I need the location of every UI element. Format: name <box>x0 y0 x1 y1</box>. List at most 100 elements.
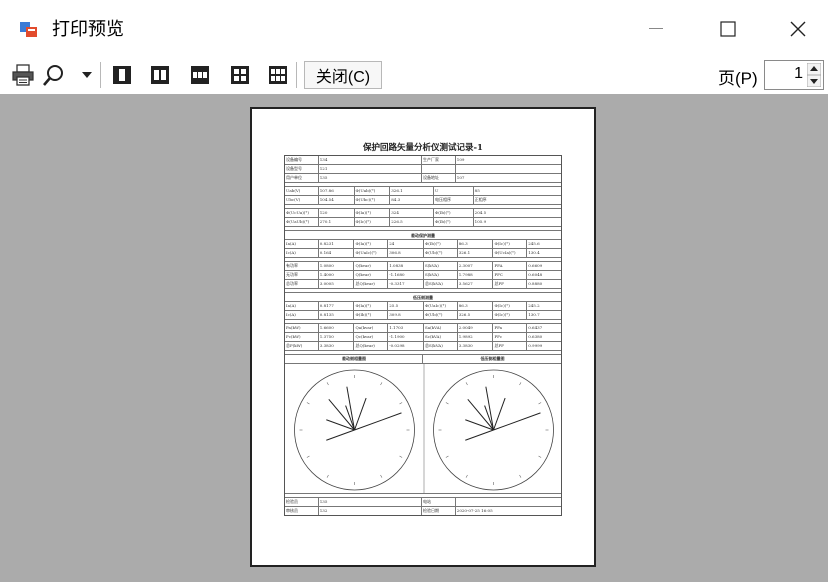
zoom-button[interactable] <box>40 62 68 88</box>
phasor-vector <box>493 397 506 431</box>
preview-area[interactable]: 保护回路矢量分析仪测试记录-1 设备编号 134 生产厂家 109 设备型号 121 用户单… <box>0 94 828 582</box>
table-cell: Qa(kvar) <box>354 324 389 332</box>
table-row: 检验员 135 电站 <box>285 498 561 507</box>
phasor-vector <box>354 412 402 431</box>
table-cell: Φ(Ib)(°) <box>434 218 474 226</box>
close-window-button[interactable] <box>778 14 818 44</box>
table-cell: 审核员 <box>285 507 319 515</box>
table-cell: Φ(Ib)(°) <box>434 209 474 217</box>
phasor-vector <box>326 429 355 441</box>
six-pages-button[interactable] <box>266 64 290 86</box>
table-cell: 总Q(kvar) <box>354 280 389 288</box>
three-pages-icon <box>191 66 209 84</box>
table-cell: 3.5627 <box>458 280 494 288</box>
table-cell: Pa(kW) <box>285 324 319 332</box>
table-cell: 1.7988 <box>458 271 494 279</box>
table-cell: 1.3750 <box>319 333 355 341</box>
table-row: 设备编号 134 生产厂家 109 <box>285 156 561 165</box>
table-cell: Φ(Ia)(°) <box>355 209 391 217</box>
table-cell: 270.1 <box>319 218 355 226</box>
table-cell: 324 <box>390 209 434 217</box>
table-cell: Φ(Ic)(°) <box>355 218 391 226</box>
table-cell: 电站 <box>422 498 456 506</box>
table-row: 总功率 3.0005 总Q(kvar) -0.3317 总S(kVA) 3.5627 总PF… <box>285 280 561 289</box>
one-page-button[interactable] <box>110 64 134 86</box>
zoom-dropdown-button[interactable] <box>80 68 94 82</box>
table-cell: 0.8177 <box>319 302 355 310</box>
table-cell: -0.3317 <box>388 280 424 288</box>
table-cell: Pc(kW) <box>285 333 319 341</box>
minimize-button[interactable] <box>636 14 676 44</box>
table-row: Φ(UaUb)(°) 270.1 Φ(Ic)(°) 226.5 Φ(Ib)(°) 105.… <box>285 218 561 227</box>
table-cell: Φ(Ub)(°) <box>424 249 458 257</box>
table-cell: 电压相序 <box>434 196 474 204</box>
table-cell: Uab(V) <box>285 187 319 195</box>
page-number-spinner[interactable]: 1 <box>764 60 824 90</box>
table-cell: Φ(Ia)(°) <box>354 240 389 248</box>
zoom-icon <box>43 65 63 86</box>
title-bar: 打印预览 <box>0 0 828 56</box>
maximize-button[interactable] <box>708 14 748 44</box>
table-cell: 84.3 <box>390 196 434 204</box>
table-cell: 总S(kVA) <box>424 342 458 350</box>
table-row: Ic(A) 0.8135 Φ(Ib)(°) 309.8 Φ(Ub)(°) 326.5 Φ(I… <box>285 311 561 320</box>
table-cell: Φ(UcIa)(°) <box>493 249 528 257</box>
three-pages-button[interactable] <box>188 64 212 86</box>
table-cell: 25.5 <box>388 302 424 310</box>
table-cell: 正相序 <box>474 197 487 202</box>
chevron-down-icon <box>82 72 92 78</box>
phasor-vector <box>465 429 494 441</box>
table-cell: Sc(kVA) <box>424 333 458 341</box>
two-pages-button[interactable] <box>148 64 172 86</box>
table-cell: 3.3830 <box>319 342 355 350</box>
table-cell: 3.3830 <box>458 342 494 350</box>
table-cell: Q(kvar) <box>354 271 389 279</box>
table-cell: 245.2 <box>528 303 540 308</box>
table-cell: 132 <box>319 507 423 515</box>
table-cell: 1.9892 <box>458 333 494 341</box>
table-cell: Φ(Ub)(°) <box>424 311 458 319</box>
page-number-value: 1 <box>794 65 803 82</box>
table-cell: Φ(Ic)(°) <box>493 240 528 248</box>
table-cell: 0.6609 <box>528 263 543 268</box>
table-cell: 0.6048 <box>528 272 543 277</box>
low-voltage-phasor-circle <box>433 369 554 491</box>
table-row: Ubc(V) 104.54 Φ(Ubc)(°) 84.3 电压相序 正相序 <box>285 196 561 205</box>
table-row: 总P(kW) 3.3830 总Q(kvar) -0.0298 总S(kVA) 3.3830… <box>285 342 561 351</box>
table-cell: 204.5 <box>474 210 487 215</box>
table-cell: 109 <box>456 157 465 162</box>
table-cell: Φ(UaUb)(°) <box>285 218 319 226</box>
table-row: 用户单位 135 设备地址 107 <box>285 174 561 183</box>
table-cell: 检验员 <box>285 498 319 506</box>
table-row: 无功率 1.4000 Q(kvar) -1.1680 S(kVA) 1.7988 PFC 0.… <box>285 271 561 280</box>
table-cell: 生产厂家 <box>422 156 456 164</box>
table-row: Uab(V) 107.86 Φ(Uab)(°) 326.1 U 85 <box>285 187 561 196</box>
table-cell: 1.1703 <box>388 324 424 332</box>
table-cell: 0.164 <box>319 249 355 257</box>
table-cell: 2020-07-25 16:05 <box>456 508 493 513</box>
diagram-titles-row: 差动侧相量图 低压侧相量图 <box>285 355 561 364</box>
table-cell: Sa(kVA) <box>424 324 458 332</box>
table-cell: 2.3007 <box>458 262 494 270</box>
four-pages-button[interactable] <box>228 64 252 86</box>
table-row: 审核员 132 检验日期 2020-07-25 16:05 <box>285 507 561 515</box>
table-cell: 121 <box>319 165 423 173</box>
phasor-vector <box>346 386 355 431</box>
toolbar-separator <box>296 62 297 88</box>
table-cell: 326.1 <box>390 187 434 195</box>
table-cell: Ubc(V) <box>285 196 319 204</box>
spinner-arrows-icon[interactable] <box>807 63 821 87</box>
phasor-vector <box>354 397 367 431</box>
document-title: 保护回路矢量分析仪测试记录-1 <box>363 143 483 153</box>
table-cell: 107.86 <box>319 187 355 195</box>
diagram-title: 低压侧相量图 <box>480 356 505 361</box>
table-cell: 0.8231 <box>319 240 355 248</box>
table-cell: -1.1680 <box>388 271 424 279</box>
table-cell: 总Q(kvar) <box>354 342 389 350</box>
table-cell: Q(kvar) <box>354 262 389 270</box>
close-preview-button[interactable]: 关闭(C) <box>304 61 382 89</box>
table-cell: U <box>434 187 474 195</box>
minimize-icon <box>649 28 663 29</box>
table-cell: 总P(kW) <box>285 342 319 350</box>
print-button[interactable] <box>10 62 36 88</box>
